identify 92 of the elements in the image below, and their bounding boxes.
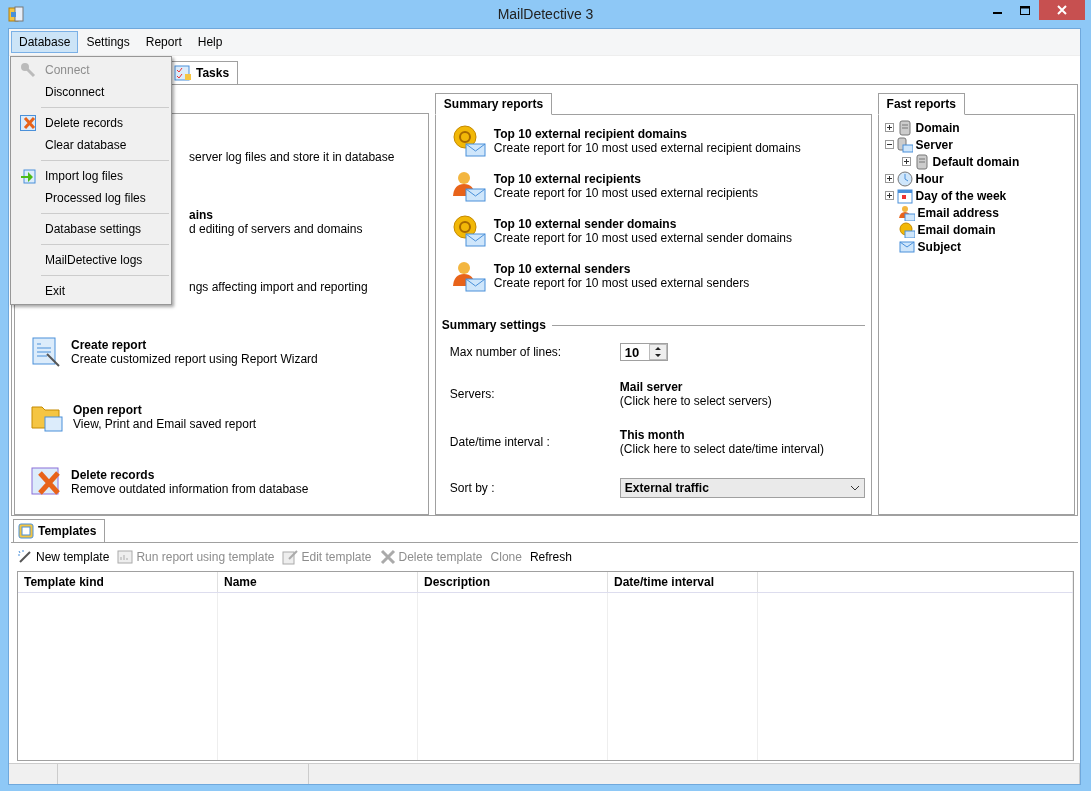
- server-envelope-icon: [896, 136, 913, 153]
- report-title[interactable]: Top 10 external recipient domains: [493, 127, 801, 141]
- task-title[interactable]: Delete records: [71, 467, 309, 482]
- tab[interactable]: Fast reports: [877, 93, 965, 115]
- menu-item[interactable]: Help: [189, 31, 231, 53]
- delete-icon: [379, 549, 396, 565]
- number-spinner[interactable]: 10: [619, 343, 668, 361]
- maximize-icon: [1020, 5, 1030, 15]
- menu-entry[interactable]: Processed log files: [11, 187, 171, 209]
- minimize-icon: [992, 12, 1002, 14]
- close-button[interactable]: [1039, 0, 1085, 20]
- task-description: ngs affecting import and reporting: [189, 279, 368, 294]
- column-header[interactable]: Template kind: [18, 572, 218, 592]
- menu-entry[interactable]: Disconnect: [11, 81, 171, 103]
- at-envelope-icon: [451, 125, 486, 157]
- close-icon: [1057, 5, 1067, 15]
- delete-icon: [20, 115, 36, 131]
- tab[interactable]: Tasks: [169, 61, 239, 85]
- toolbar-button[interactable]: New template: [17, 549, 110, 565]
- expand-icon[interactable]: [901, 157, 911, 166]
- tree-item[interactable]: Default domain: [932, 154, 1020, 169]
- task-title[interactable]: ains: [189, 207, 363, 222]
- report-description: Create report for 10 most used external senders: [493, 276, 750, 290]
- toolbar-button[interactable]: Refresh: [529, 550, 572, 564]
- report-icon: [117, 549, 134, 565]
- key-icon: [20, 62, 36, 78]
- interval-value[interactable]: This month: [619, 428, 865, 442]
- person-envelope-icon: [898, 204, 915, 221]
- person-envelope-icon: [451, 170, 486, 202]
- server-icon: [896, 119, 913, 136]
- column-header[interactable]: Description: [418, 572, 608, 592]
- column-header[interactable]: Date/time interval: [608, 572, 758, 592]
- calendar-icon: [896, 187, 913, 204]
- wand-icon: [17, 549, 33, 565]
- report-wand-icon: [31, 335, 61, 368]
- caret-icon: [849, 485, 860, 491]
- server-icon: [913, 153, 930, 170]
- task-title[interactable]: Create report: [71, 337, 318, 352]
- field-label: Servers:: [449, 387, 496, 401]
- tree-item[interactable]: Hour: [915, 171, 944, 186]
- menu-item[interactable]: Settings: [78, 31, 138, 53]
- field-label: Sort by :: [449, 481, 496, 495]
- task-description: Create customized report using Report Wizard: [71, 351, 318, 366]
- report-title[interactable]: Top 10 external recipients: [493, 172, 758, 186]
- menu-entry[interactable]: Clear database: [11, 134, 171, 156]
- task-description: d editing of servers and domains: [189, 221, 363, 236]
- menu-entry[interactable]: Exit: [11, 280, 171, 302]
- tree-item[interactable]: Email domain: [917, 222, 996, 237]
- task-title[interactable]: Open report: [73, 402, 257, 417]
- tree-item[interactable]: Email address: [917, 205, 999, 220]
- field-label: Date/time interval :: [449, 435, 551, 449]
- menu-entry[interactable]: Delete records: [11, 112, 171, 134]
- menu-item[interactable]: Database: [11, 31, 79, 53]
- expand-icon[interactable]: [884, 123, 894, 132]
- report-description: Create report for 10 most used external recipients: [493, 186, 758, 200]
- menu-item[interactable]: Report: [137, 31, 190, 53]
- section-heading: Summary settings: [441, 318, 546, 332]
- menu-entry[interactable]: Database settings: [11, 218, 171, 240]
- menu-entry[interactable]: Import log files: [11, 165, 171, 187]
- task-description: server log files and store it in database: [189, 149, 395, 164]
- report-title[interactable]: Top 10 external senders: [493, 262, 750, 276]
- checklist-icon: [174, 65, 192, 81]
- field-label: Max number of lines:: [449, 345, 563, 359]
- app-icon: [8, 6, 24, 22]
- tree-item[interactable]: Server: [915, 137, 953, 152]
- report-title[interactable]: Top 10 external sender domains: [493, 217, 792, 231]
- list-icon: [18, 523, 34, 539]
- clock-icon: [896, 170, 913, 187]
- tab[interactable]: Templates: [13, 519, 106, 543]
- tree-item[interactable]: Domain: [915, 120, 960, 135]
- window-title: MailDetective 3: [496, 6, 595, 22]
- person-envelope-icon: [451, 260, 486, 292]
- column-header[interactable]: Name: [218, 572, 418, 592]
- tree-item[interactable]: Subject: [917, 239, 961, 254]
- report-description: Create report for 10 most used external recipient domains: [493, 141, 801, 155]
- expand-icon[interactable]: [884, 174, 894, 183]
- expand-icon[interactable]: [884, 191, 894, 200]
- delete-icon: [31, 466, 61, 497]
- task-description: View, Print and Email saved report: [73, 416, 257, 431]
- tab[interactable]: Summary reports: [434, 93, 553, 115]
- sort-dropdown[interactable]: External traffic: [619, 478, 865, 498]
- hint-link[interactable]: (Click here to select date/time interval): [619, 442, 865, 456]
- menu-entry[interactable]: MailDetective logs: [11, 249, 171, 271]
- at-envelope-icon: [898, 221, 915, 238]
- tree-item[interactable]: Day of the week: [915, 188, 1007, 203]
- server-value[interactable]: Mail server: [619, 380, 865, 394]
- at-envelope-icon: [451, 215, 486, 247]
- collapse-icon[interactable]: [884, 140, 894, 149]
- hint-link[interactable]: (Click here to select servers): [619, 394, 865, 408]
- task-description: Remove outdated information from database: [71, 481, 309, 496]
- report-description: Create report for 10 most used external sender domains: [493, 231, 792, 245]
- edit-icon: [282, 549, 299, 565]
